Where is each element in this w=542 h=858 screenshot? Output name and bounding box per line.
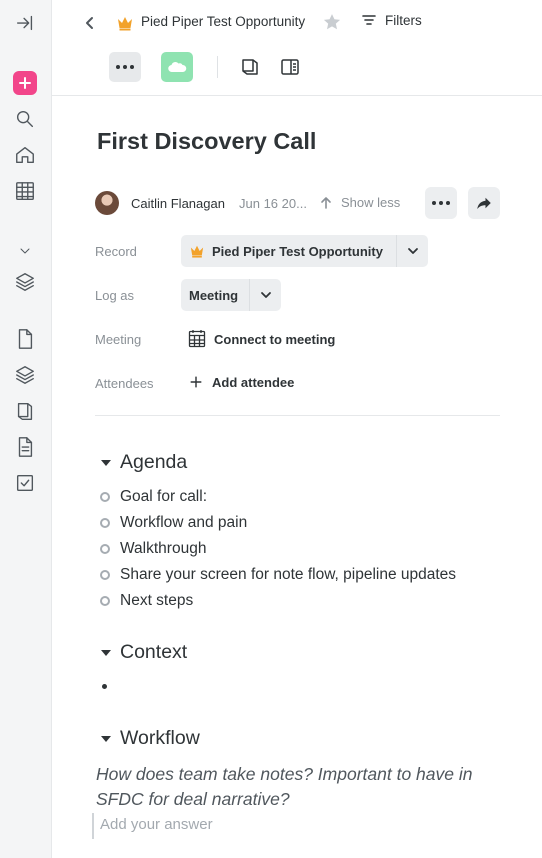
more-icon (432, 201, 450, 205)
circle-bullet-icon (100, 518, 110, 528)
answer-input[interactable]: Add your answer (100, 816, 213, 833)
more-icon (116, 65, 134, 69)
arrow-up-icon (321, 196, 331, 209)
show-less-label: Show less (341, 195, 401, 210)
list-item[interactable]: Share your screen for note flow, pipelin… (100, 566, 456, 584)
collapse-triangle-icon[interactable] (101, 735, 111, 742)
list-item-text: Share your screen for note flow, pipelin… (120, 566, 457, 583)
context-heading-text: Context (120, 641, 188, 663)
list-item[interactable]: Walkthrough (100, 540, 206, 558)
record-label: Record (95, 244, 137, 259)
share-button[interactable] (468, 187, 500, 219)
avatar[interactable] (95, 191, 119, 215)
connect-to-meeting-button[interactable]: Connect to meeting (188, 330, 335, 348)
grid-icon[interactable] (13, 179, 37, 203)
note-title[interactable]: First Discovery Call (97, 128, 316, 155)
search-icon[interactable] (13, 107, 37, 131)
layers-icon[interactable] (13, 270, 37, 294)
circle-bullet-icon (100, 544, 110, 554)
log-as-label: Log as (95, 288, 135, 303)
new-item-button[interactable] (13, 71, 37, 95)
salesforce-button[interactable] (161, 52, 193, 82)
attendees-label: Attendees (95, 376, 154, 391)
filter-icon (362, 15, 376, 25)
side-panel-icon (281, 59, 299, 75)
chevron-left-icon (86, 17, 93, 29)
salesforce-cloud-icon (168, 61, 187, 73)
share-arrow-icon (477, 197, 491, 209)
note-date: Jun 16 20... (239, 196, 307, 211)
log-as-value: Meeting (189, 287, 239, 303)
layers-icon[interactable] (13, 363, 37, 387)
log-as-selector[interactable]: Meeting (181, 279, 281, 311)
meeting-label: Meeting (95, 332, 142, 347)
header-bar: Pied Piper Test Opportunity Filters (52, 0, 542, 96)
chevron-down-icon[interactable] (13, 239, 37, 263)
list-item-text: Workflow and pain (120, 514, 248, 531)
home-icon[interactable] (13, 143, 37, 167)
agenda-heading-text: Agenda (120, 451, 188, 473)
notebook-view-button[interactable] (234, 52, 266, 82)
header-divider (217, 56, 218, 78)
chevron-down-icon (260, 292, 271, 298)
notebook-icon (242, 59, 258, 75)
circle-bullet-icon (100, 596, 110, 606)
record-value: Pied Piper Test Opportunity (212, 243, 383, 259)
show-less-button[interactable]: Show less (319, 195, 400, 210)
checkbox-icon[interactable] (13, 471, 37, 495)
notebook-icon[interactable] (13, 399, 37, 423)
list-item[interactable]: Goal for call: (100, 488, 207, 506)
crown-icon (190, 245, 204, 258)
calendar-icon (188, 330, 206, 348)
collapse-sidebar-icon[interactable] (13, 11, 37, 35)
document-icon[interactable] (13, 327, 37, 351)
crown-icon (118, 17, 132, 31)
list-item-text: Walkthrough (120, 540, 207, 557)
record-selector[interactable]: Pied Piper Test Opportunity (181, 235, 428, 267)
circle-bullet-icon (100, 570, 110, 580)
add-attendee-button[interactable]: Add attendee (188, 374, 294, 390)
side-panel-button[interactable] (274, 52, 306, 82)
list-item-text: Next steps (120, 592, 194, 609)
answer-cursor-bar (92, 813, 94, 839)
workflow-question: How does team take notes? Important to h… (96, 764, 473, 809)
back-button[interactable] (80, 13, 100, 33)
record-dropdown-toggle[interactable] (396, 235, 428, 267)
context-heading[interactable]: Context (101, 641, 187, 664)
circle-bullet-icon (100, 492, 110, 502)
list-item[interactable]: Next steps (100, 592, 193, 610)
author-name[interactable]: Caitlin Flanagan (131, 196, 225, 211)
plus-icon (190, 376, 202, 388)
collapse-triangle-icon[interactable] (101, 459, 111, 466)
filters-label: Filters (385, 12, 422, 28)
chevron-down-icon (407, 248, 418, 254)
left-rail (0, 0, 52, 858)
notes-icon[interactable] (13, 435, 37, 459)
add-attendee-label: Add attendee (212, 374, 295, 390)
log-as-dropdown-toggle[interactable] (249, 279, 281, 311)
list-item-text: Goal for call: (120, 488, 208, 505)
connect-to-meeting-label: Connect to meeting (214, 331, 336, 347)
empty-bullet-item[interactable] (102, 684, 107, 689)
workflow-heading[interactable]: Workflow (101, 727, 200, 750)
list-item[interactable]: Workflow and pain (100, 514, 247, 532)
note-more-button[interactable] (425, 187, 457, 219)
star-icon[interactable] (322, 12, 342, 32)
filters-button[interactable]: Filters (361, 12, 422, 28)
opportunity-title[interactable]: Pied Piper Test Opportunity (141, 14, 305, 29)
workflow-heading-text: Workflow (120, 727, 200, 749)
section-divider (95, 415, 500, 416)
agenda-heading[interactable]: Agenda (101, 451, 187, 474)
more-options-button[interactable] (109, 52, 141, 82)
collapse-triangle-icon[interactable] (101, 649, 111, 656)
